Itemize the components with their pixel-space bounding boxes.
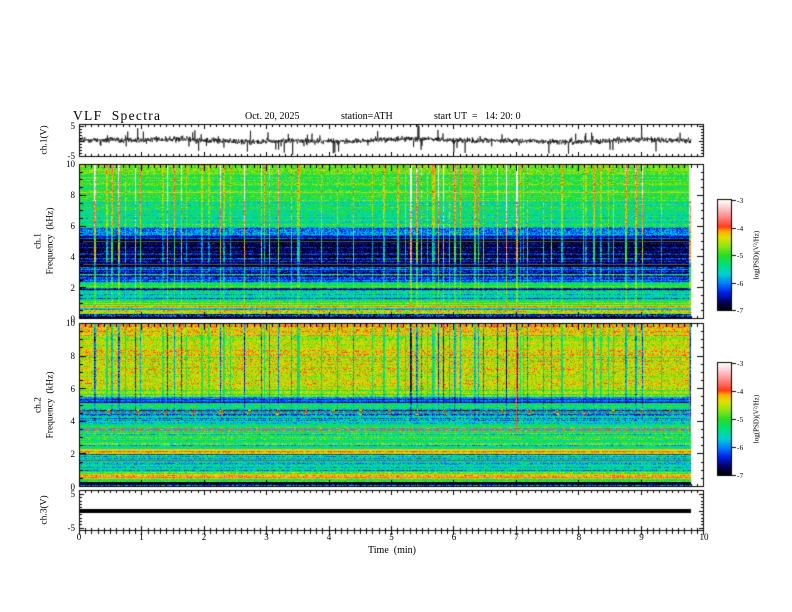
- time-axis-label: Time (min): [368, 545, 416, 556]
- colorbar-tick-label: -7: [737, 306, 744, 315]
- ch3-voltage-axis-label: ch.3(V): [39, 495, 50, 525]
- plot-title: VLF Spectra: [73, 108, 162, 123]
- spectra-plot-canvas: [0, 0, 792, 612]
- y-tick-label: -5: [67, 523, 76, 533]
- colorbar-tick-label: -5: [737, 415, 744, 424]
- x-tick-label: 8: [576, 532, 582, 542]
- station-label: station=ATH: [341, 111, 393, 122]
- date-label: Oct. 20, 2025: [245, 111, 300, 122]
- start-ut-label: start UT = 14: 20: 0: [434, 111, 521, 122]
- x-tick-label: 9: [639, 532, 644, 542]
- x-tick-label: 6: [451, 532, 457, 542]
- colorbar-tick-label: -4: [737, 387, 744, 396]
- ch1-spectrogram-channel-label: ch.1: [33, 232, 44, 250]
- colorbar-tick-label: -6: [737, 443, 744, 452]
- ch1-voltage-axis-label: ch.1(V): [39, 125, 50, 155]
- ch1-frequency-axis-label: Frequency (kHz): [45, 207, 56, 275]
- y-tick-label: 4: [70, 252, 76, 262]
- y-tick-label: 6: [70, 221, 76, 231]
- x-tick-label: 4: [326, 532, 332, 542]
- y-tick-label: 8: [70, 190, 76, 200]
- colorbar-1-label: log(PSD)(V²/Hz): [752, 230, 761, 280]
- colorbar-tick-label: -6: [737, 279, 744, 288]
- colorbar-tick-label: -5: [737, 251, 744, 260]
- y-tick-label: 2: [70, 449, 76, 459]
- y-tick-label: 0: [70, 482, 76, 492]
- y-tick-label: 8: [70, 351, 76, 361]
- x-tick-label: 5: [389, 532, 394, 542]
- colorbar-tick-label: -4: [737, 224, 744, 233]
- vlf-spectra-figure: VLF Spectra Oct. 20, 2025 station=ATH st…: [0, 0, 792, 612]
- y-tick-label: 10: [66, 318, 75, 328]
- y-tick-label: 2: [70, 283, 76, 293]
- x-tick-label: 7: [514, 532, 519, 542]
- colorbar-2-label: log(PSD)(V²/Hz): [752, 394, 761, 444]
- colorbar-tick-label: -3: [737, 359, 744, 368]
- colorbar-tick-label: -7: [737, 471, 744, 480]
- y-tick-label: 5: [70, 121, 76, 131]
- colorbar-tick-label: -3: [737, 196, 744, 205]
- y-tick-label: 6: [70, 384, 76, 394]
- x-tick-label: 10: [699, 532, 709, 542]
- ch2-spectrogram-channel-label: ch.2: [33, 396, 44, 414]
- x-tick-label: 0: [76, 532, 82, 542]
- x-tick-label: 1: [139, 532, 144, 542]
- y-tick-label: 4: [70, 416, 76, 426]
- ch2-frequency-axis-label: Frequency (kHz): [45, 371, 56, 439]
- x-tick-label: 2: [201, 532, 207, 542]
- y-tick-label: 10: [66, 159, 75, 169]
- x-tick-label: 3: [264, 532, 269, 542]
